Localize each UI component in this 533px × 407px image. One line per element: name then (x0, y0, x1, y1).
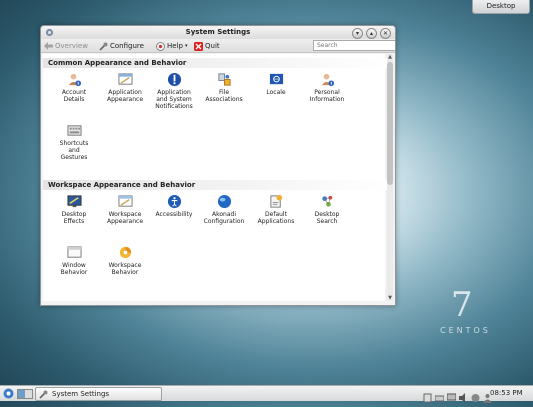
item-accessibility[interactable]: Accessibility (146, 194, 202, 218)
task-system-settings[interactable]: System Settings (35, 387, 162, 401)
settings-task-icon (39, 390, 48, 399)
settings-app-icon[interactable] (45, 28, 54, 37)
item-label: Default Applications (257, 211, 295, 225)
network-icon[interactable] (434, 388, 445, 402)
item-label: Desktop Effects (61, 211, 87, 225)
volume-icon[interactable] (459, 388, 468, 403)
configure-button[interactable]: Configure (99, 41, 144, 51)
section-header-workspace: Workspace Appearance and Behavior (43, 180, 390, 190)
minimize-button[interactable]: ▾ (352, 28, 363, 39)
notifications-icon (167, 72, 181, 87)
item-notifications[interactable]: Application and System Notifications (146, 72, 202, 110)
window-behavior-icon (66, 246, 82, 258)
item-label: Personal Information (309, 89, 345, 103)
application-appearance-icon (117, 73, 133, 85)
clipboard-icon[interactable] (423, 388, 432, 403)
item-personal-information[interactable]: Personal Information (299, 72, 355, 103)
configure-label: Configure (110, 42, 144, 50)
window-title: System Settings (185, 28, 251, 36)
toolbar: Overview Configure Help ▾ Quit (41, 39, 395, 53)
settings-content: Common Appearance and Behavior Account D… (43, 54, 390, 301)
item-account-details[interactable]: Account Details (46, 72, 102, 103)
title-bar[interactable]: System Settings ▾ ▴ ✕ (41, 26, 395, 39)
quit-icon (194, 41, 203, 51)
search-input[interactable] (313, 40, 395, 51)
scroll-thumb[interactable] (387, 62, 393, 185)
section-header-common: Common Appearance and Behavior (43, 58, 390, 68)
item-label: Akonadi Configuration (203, 211, 245, 225)
item-label: Application Appearance (106, 89, 144, 103)
help-button[interactable]: Help ▾ (156, 41, 187, 51)
item-workspace-appearance[interactable]: Workspace Appearance (97, 194, 153, 225)
scroll-down-icon[interactable]: ▼ (387, 295, 393, 301)
item-file-associations[interactable]: File Associations (196, 72, 252, 103)
quit-label: Quit (205, 42, 220, 50)
item-akonadi-configuration[interactable]: Akonadi Configuration (196, 194, 252, 225)
application-launcher-icon[interactable] (3, 388, 14, 399)
desktop-pager[interactable] (17, 389, 33, 399)
item-application-appearance[interactable]: Application Appearance (97, 72, 153, 103)
item-label: Account Details (61, 89, 87, 103)
desktop-widget[interactable]: Desktop (472, 0, 530, 14)
item-label: Shortcuts and Gestures (59, 140, 89, 161)
item-label: File Associations (205, 89, 243, 103)
close-button[interactable]: ✕ (380, 28, 391, 39)
workspace-behavior-icon (119, 246, 131, 259)
task-label: System Settings (52, 390, 110, 398)
accessibility-icon (167, 194, 181, 209)
maximize-button[interactable]: ▴ (366, 28, 377, 39)
item-desktop-search[interactable]: Desktop Search (299, 194, 355, 225)
item-label: Window Behavior (60, 262, 88, 276)
workspace-appearance-icon (117, 195, 133, 207)
file-associations-icon (217, 73, 231, 86)
item-label: Desktop Search (314, 211, 340, 225)
personal-information-icon (321, 73, 334, 87)
vertical-scrollbar[interactable]: ▲ ▼ (387, 54, 393, 301)
account-details-icon (68, 73, 81, 87)
shortcuts-gestures-icon (66, 125, 82, 136)
locale-icon (269, 73, 283, 85)
display-icon[interactable] (446, 388, 457, 401)
akonadi-icon (217, 194, 231, 209)
taskbar: System Settings 08:53 PM (0, 385, 533, 403)
overview-button[interactable]: Overview (44, 41, 88, 51)
overview-label: Overview (55, 42, 88, 50)
clock[interactable]: 08:53 PM (490, 388, 523, 399)
configure-icon (99, 42, 108, 51)
item-label: Accessibility (155, 211, 193, 218)
item-window-behavior[interactable]: Window Behavior (46, 245, 102, 276)
item-shortcuts-gestures[interactable]: Shortcuts and Gestures (46, 123, 102, 161)
help-label: Help (167, 42, 183, 50)
system-settings-window: System Settings ▾ ▴ ✕ Overview Configure… (40, 25, 396, 306)
item-default-applications[interactable]: Default Applications (248, 194, 304, 225)
centos-logo-number: 7 (451, 285, 473, 325)
system-tray (423, 388, 492, 403)
item-desktop-effects[interactable]: Desktop Effects (46, 194, 102, 225)
desktop-search-icon (321, 195, 332, 207)
item-label: Workspace Behavior (108, 262, 142, 276)
notifications-tray-icon[interactable] (471, 388, 480, 402)
item-label: Workspace Appearance (106, 211, 144, 225)
item-label: Application and System Notifications (155, 89, 193, 110)
help-icon (156, 41, 165, 51)
item-locale[interactable]: Locale (248, 72, 304, 96)
back-arrow-icon (44, 42, 53, 50)
desktop-effects-icon (66, 195, 82, 208)
item-label: Locale (266, 89, 286, 96)
item-workspace-behavior[interactable]: Workspace Behavior (97, 245, 153, 276)
default-applications-icon (269, 194, 282, 208)
quit-button[interactable]: Quit (194, 41, 220, 51)
centos-logo-word: CENTOS (440, 326, 491, 335)
help-dropdown-icon[interactable]: ▾ (185, 43, 188, 49)
scroll-up-icon[interactable]: ▲ (387, 54, 393, 60)
